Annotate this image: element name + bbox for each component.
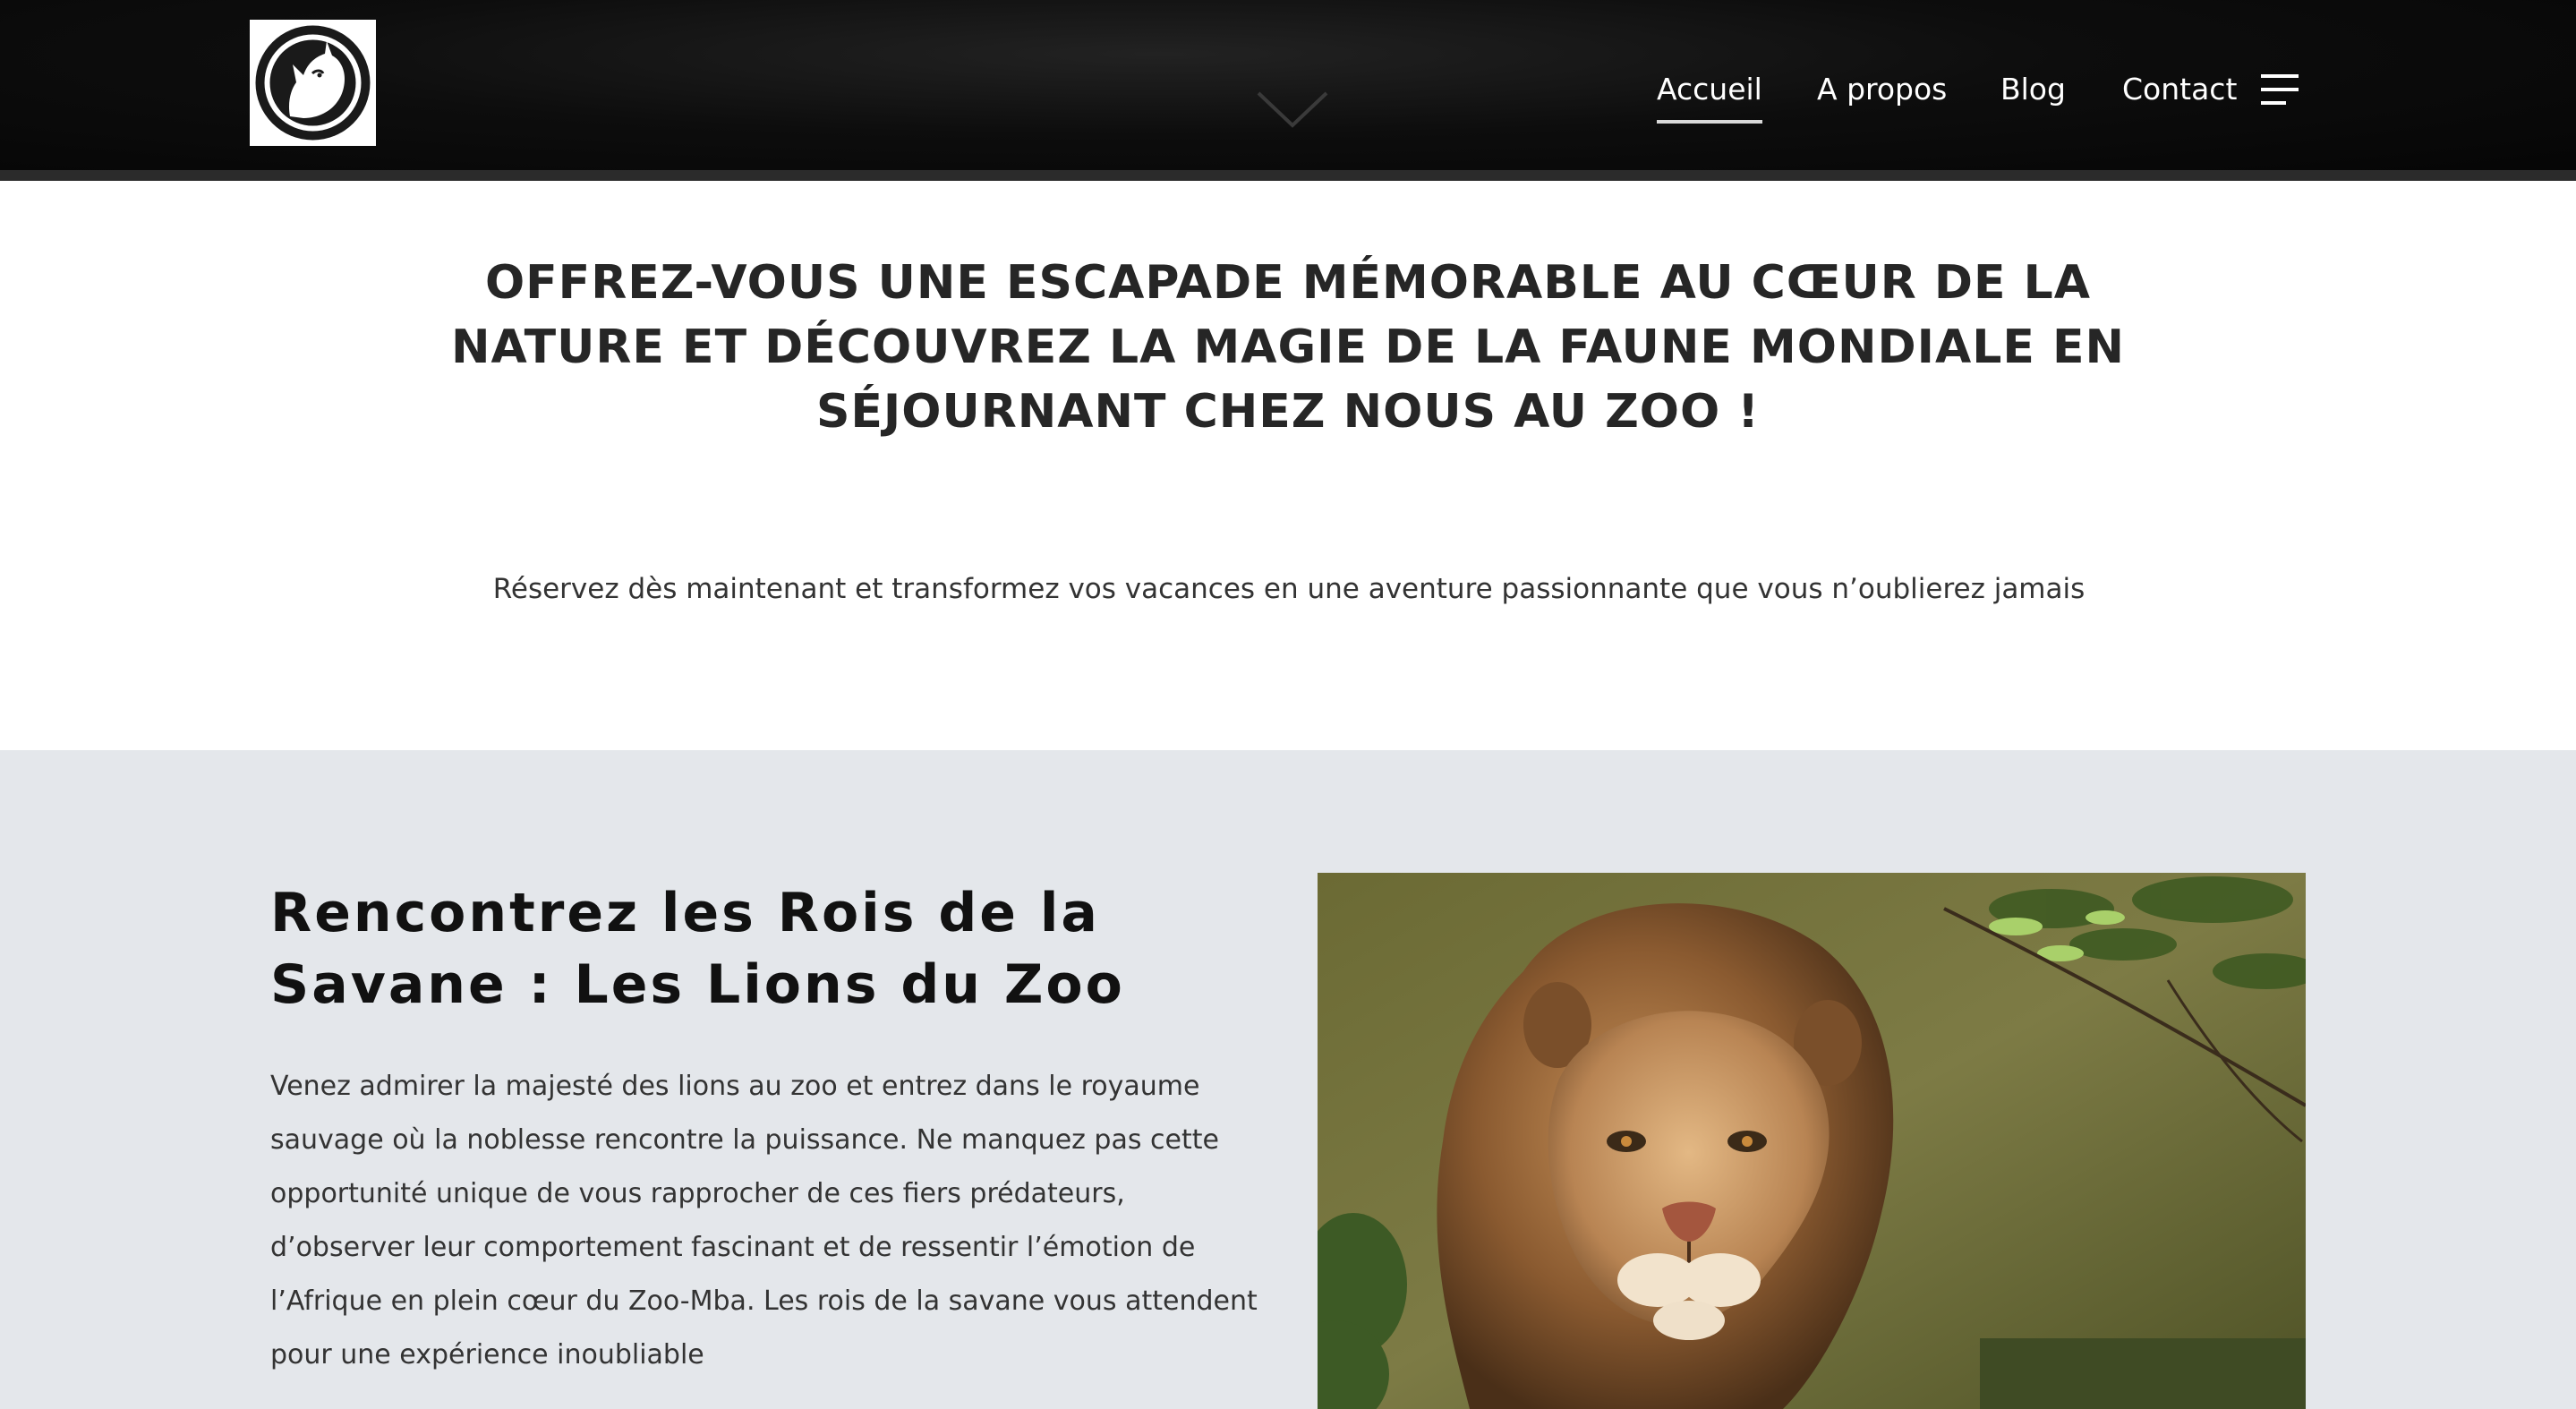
nav-blog[interactable]: Blog: [2000, 70, 2066, 109]
rhino-logo-icon[interactable]: [250, 20, 376, 146]
hamburger-menu-icon[interactable]: [2259, 72, 2300, 107]
nav-a-propos[interactable]: A propos: [1817, 70, 1947, 109]
intro-title: OFFREZ-VOUS UNE ESCAPADE MÉMORABLE AU CŒ…: [450, 256, 2126, 439]
lions-title: Rencontrez les Rois de la Savane : Les L…: [270, 882, 1125, 1016]
intro-subtitle: Réservez dès maintenant et transformez v…: [492, 573, 2086, 605]
chevron-down-icon[interactable]: [1255, 90, 1330, 131]
nav-accueil[interactable]: Accueil: [1657, 70, 1762, 124]
lion-photo: [1318, 873, 2306, 1409]
header-bottom-bar: [0, 170, 2576, 181]
lions-description: Venez admirer la majesté des lions au zo…: [270, 1071, 1258, 1371]
site-header: Accueil A propos Blog Contact: [0, 0, 2576, 181]
nav-contact[interactable]: Contact: [2122, 70, 2237, 109]
